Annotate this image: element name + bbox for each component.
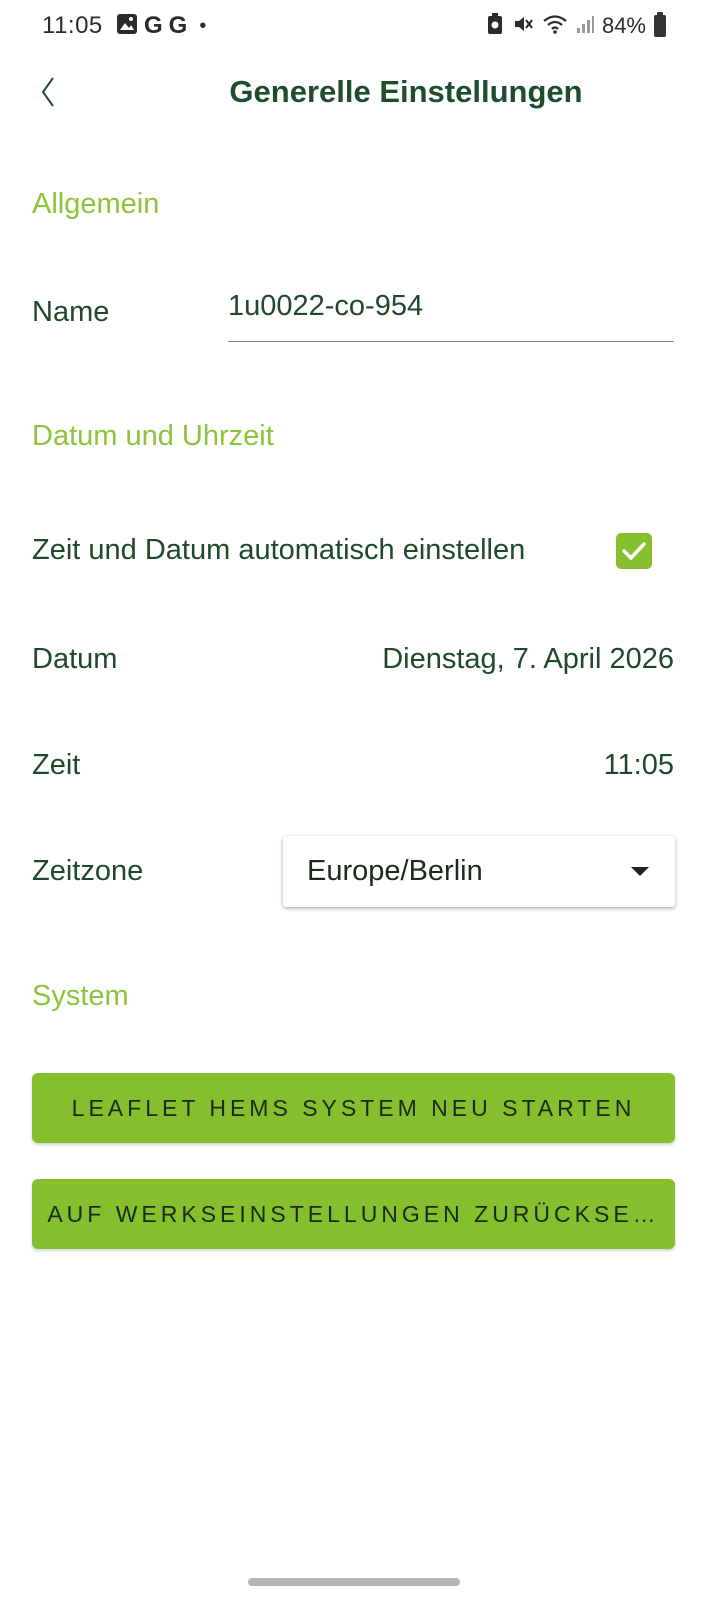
more-notifications-dot: •	[199, 14, 207, 37]
system-icons: 84%	[486, 12, 666, 40]
battery-percentage: 84%	[601, 13, 646, 38]
timezone-selected-value: Europe/Berlin	[307, 855, 483, 887]
name-input[interactable]	[228, 286, 674, 342]
time-value[interactable]: 11:05	[604, 749, 674, 782]
battery-icon	[654, 12, 666, 37]
auto-time-label: Zeit und Datum automatisch einstellen	[32, 534, 526, 566]
checkmark-icon	[622, 542, 646, 560]
image-icon	[116, 13, 138, 40]
battery-saver-icon	[486, 12, 504, 40]
section-title-system: System	[32, 980, 129, 1012]
mute-icon	[512, 13, 534, 40]
section-title-datetime: Datum und Uhrzeit	[32, 420, 274, 452]
status-bar: 11:05 G G • 84%	[0, 0, 720, 54]
time-label: Zeit	[32, 749, 81, 781]
date-label: Datum	[32, 643, 118, 675]
wifi-icon	[542, 13, 568, 40]
date-value[interactable]: Dienstag, 7. April 2026	[382, 643, 674, 676]
factory-reset-button[interactable]: AUF WERKSEINSTELLUNGEN ZURÜCKSE…	[32, 1179, 675, 1249]
google-icon: G	[144, 12, 163, 39]
page-title: Generelle Einstellungen	[229, 74, 583, 109]
restart-system-button[interactable]: LEAFLET HEMS SYSTEM NEU STARTEN	[32, 1073, 675, 1143]
notification-icons: G G •	[116, 12, 206, 40]
home-indicator[interactable]	[248, 1578, 460, 1586]
timezone-select[interactable]: Europe/Berlin	[283, 836, 675, 907]
google-icon: G	[168, 12, 188, 39]
section-title-general: Allgemein	[32, 188, 160, 220]
name-label: Name	[32, 296, 110, 328]
dropdown-caret-icon	[631, 867, 649, 876]
timezone-label: Zeitzone	[32, 855, 144, 887]
status-time: 11:05	[42, 12, 103, 39]
signal-icon	[576, 13, 594, 40]
auto-time-checkbox[interactable]	[616, 533, 652, 569]
